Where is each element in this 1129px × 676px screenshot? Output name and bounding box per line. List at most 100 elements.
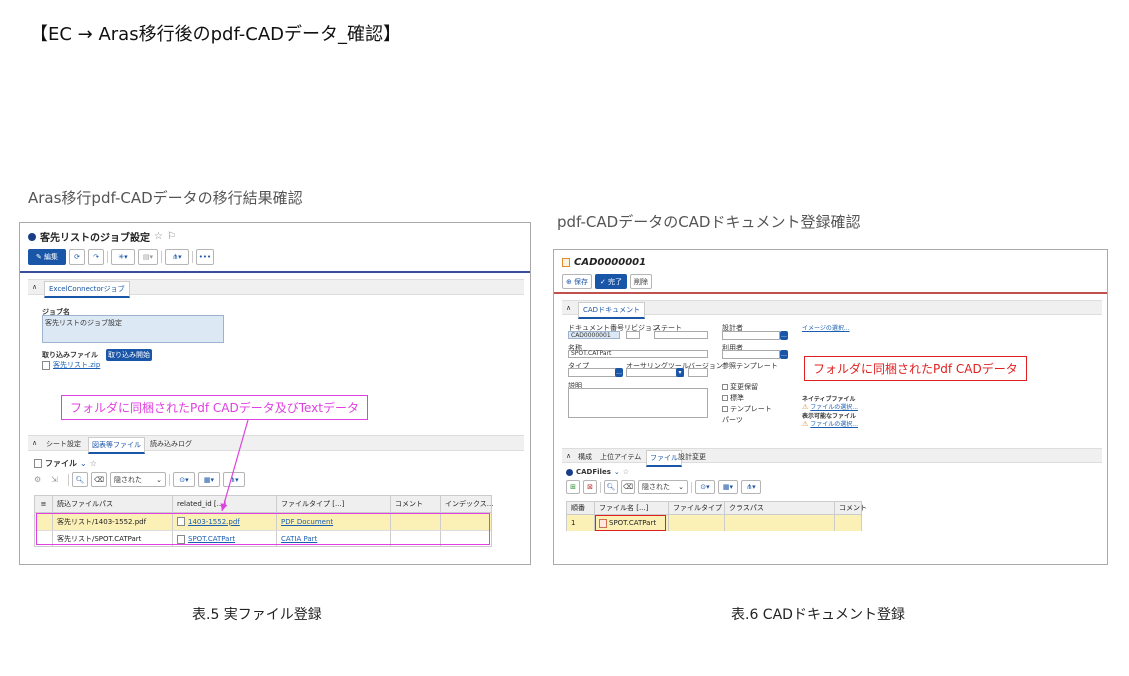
job-name-field[interactable]: 客先リストのジョブ設定 — [42, 315, 224, 343]
col-header-related[interactable]: related_id [...] — [173, 496, 277, 512]
usage-picker-icon[interactable]: … — [780, 350, 788, 359]
tab-cad-document[interactable]: CADドキュメント — [578, 302, 646, 319]
hidden-filter-select[interactable]: 隠された ⌄ — [638, 480, 688, 494]
relationship-type-icon — [566, 468, 573, 476]
toolbar-divider — [169, 473, 170, 486]
share-menu-icon[interactable]: ⋔▾ — [741, 480, 761, 494]
viewable-file-link[interactable]: ファイルの選択... — [810, 419, 858, 428]
search-icon[interactable]: 🔍︎ — [604, 480, 618, 494]
chevron-down-icon[interactable]: ▾ — [676, 368, 684, 377]
view-menu-icon[interactable]: ⊙▾ — [173, 472, 195, 487]
left-window-title: 客先リストのジョブ設定 — [40, 233, 150, 244]
import-start-button[interactable]: 取り込み開始 — [106, 349, 152, 361]
actions-menu-icon[interactable]: ✳▾ — [111, 249, 135, 265]
description-field[interactable] — [568, 388, 708, 418]
tab-design-change[interactable]: 設計変更 — [678, 452, 706, 462]
columns-menu-icon[interactable]: ▦▾ — [718, 480, 738, 494]
title-underline — [20, 271, 530, 273]
new-row-icon[interactable]: ⚙ — [34, 475, 48, 484]
check-icon: ✓ — [599, 277, 606, 286]
clear-icon[interactable]: ⌫ — [621, 480, 635, 494]
star-icon[interactable]: ☆ — [623, 468, 629, 476]
remove-row-icon[interactable]: ⊠ — [583, 480, 597, 494]
col-header-classpath[interactable]: クラスパス — [725, 502, 835, 514]
state-field[interactable] — [654, 331, 708, 339]
import-file-link[interactable]: 客先リスト.zip — [53, 360, 100, 370]
grid-menu-icon[interactable]: ≡ — [35, 496, 53, 512]
hidden-filter-label: 隠された — [642, 483, 670, 491]
collapse-icon[interactable]: ∧ — [32, 439, 37, 447]
tab-excel-connector[interactable]: ExcelConnectorジョブ — [44, 281, 130, 298]
col-header-order[interactable]: 順番 — [567, 502, 595, 514]
import-file-label: 取り込みファイル — [42, 351, 98, 359]
search-icon[interactable]: 🔍︎ — [72, 472, 88, 487]
image-select-link[interactable]: イメージの選択... — [802, 323, 850, 332]
hidden-filter-select[interactable]: 隠された ⌄ — [110, 472, 166, 487]
edit-button-label: 編集 — [44, 253, 59, 261]
tab-parent-items[interactable]: 上位アイテム — [600, 452, 641, 462]
clear-icon[interactable]: ⌫ — [91, 472, 107, 487]
standard-checkbox[interactable] — [722, 395, 728, 401]
chevron-down-icon[interactable]: ⌄ — [614, 468, 620, 476]
parts-label: パーツ — [722, 416, 743, 424]
cell-comment — [835, 515, 863, 531]
col-header-filetype[interactable]: ファイルタイプ — [669, 502, 725, 514]
tab-files[interactable]: ファイル — [646, 450, 682, 467]
redo-icon[interactable]: ↷ — [88, 249, 104, 265]
share-menu-icon[interactable]: ⋔▾ — [223, 472, 245, 487]
designer-picker-icon[interactable]: … — [780, 331, 788, 340]
type-field[interactable] — [568, 368, 622, 377]
change-hold-label: 変更保留 — [730, 383, 758, 391]
star-icon[interactable]: ☆ — [90, 459, 97, 468]
tab-import-log[interactable]: 読み込みログ — [150, 439, 192, 449]
share-menu-icon[interactable]: ⋔▾ — [165, 249, 189, 265]
save-button[interactable]: ⊕ 保存 — [562, 274, 592, 289]
change-hold-checkbox[interactable] — [722, 384, 728, 390]
lock-menu-icon[interactable]: ▤▾ — [138, 249, 158, 265]
toolbar-divider — [691, 481, 692, 493]
designer-field[interactable] — [722, 331, 780, 340]
name-field[interactable]: SPOT.CATPart — [568, 350, 708, 358]
delete-button[interactable]: 削除 — [630, 274, 652, 289]
view-menu-icon[interactable]: ⊙▾ — [695, 480, 715, 494]
done-button[interactable]: ✓ 完了 — [595, 274, 627, 289]
version-field[interactable] — [688, 368, 708, 377]
tab-structure[interactable]: 構成 — [578, 452, 592, 462]
col-header-index[interactable]: インデックス... — [441, 496, 493, 512]
col-header-path[interactable]: 読込ファイルパス — [53, 496, 173, 512]
right-section-caption: pdf-CADデータのCADドキュメント登録確認 — [557, 213, 861, 231]
col-header-comment[interactable]: コメント — [835, 502, 867, 514]
doc-number-field[interactable]: CAD0000001 — [568, 331, 620, 339]
edit-button[interactable]: ✎ 編集 — [28, 249, 66, 265]
toolbar-divider — [68, 473, 69, 486]
save-icon: ⊕ — [565, 277, 572, 286]
collapse-icon[interactable]: ∧ — [566, 452, 571, 460]
flag-icon[interactable]: ⚐ — [167, 231, 176, 242]
left-form-tabbar: ∧ ExcelConnectorジョブ — [28, 279, 524, 298]
col-header-comment[interactable]: コメント — [391, 496, 441, 512]
collapse-icon[interactable]: ∧ — [566, 304, 571, 312]
usage-field[interactable] — [722, 350, 780, 359]
refresh-icon[interactable]: ⟳ — [69, 249, 85, 265]
add-row-icon[interactable]: ⊞ — [566, 480, 580, 494]
cadfiles-header: CADFiles ⌄ ☆ — [566, 468, 629, 476]
revision-field[interactable] — [626, 331, 640, 339]
file-icon — [34, 459, 42, 468]
right-title-bar: CAD0000001 — [562, 257, 646, 268]
columns-menu-icon[interactable]: ▦▾ — [198, 472, 220, 487]
native-file-link[interactable]: ファイルの選択... — [810, 402, 858, 411]
tab-figure-files[interactable]: 図表等ファイル — [88, 437, 145, 454]
pick-icon[interactable]: ⇲ — [51, 475, 65, 484]
right-toolbar: ⊕ 保存 ✓ 完了 削除 — [562, 274, 652, 289]
more-icon[interactable]: ••• — [196, 249, 214, 265]
col-header-filetype[interactable]: ファイルタイプ [...] — [277, 496, 391, 512]
rows-highlight-frame — [36, 513, 490, 545]
tab-sheet-settings[interactable]: シート設定 — [46, 439, 81, 449]
template-checkbox[interactable] — [722, 406, 728, 412]
chevron-down-icon[interactable]: ⌄ — [80, 459, 87, 468]
left-title-bar: 客先リストのジョブ設定 ☆ ⚐ — [28, 229, 176, 244]
col-header-filename[interactable]: ファイル名 [...] — [595, 502, 669, 514]
type-picker-icon[interactable]: … — [615, 368, 623, 377]
collapse-icon[interactable]: ∧ — [32, 283, 37, 291]
star-icon[interactable]: ☆ — [154, 231, 163, 242]
